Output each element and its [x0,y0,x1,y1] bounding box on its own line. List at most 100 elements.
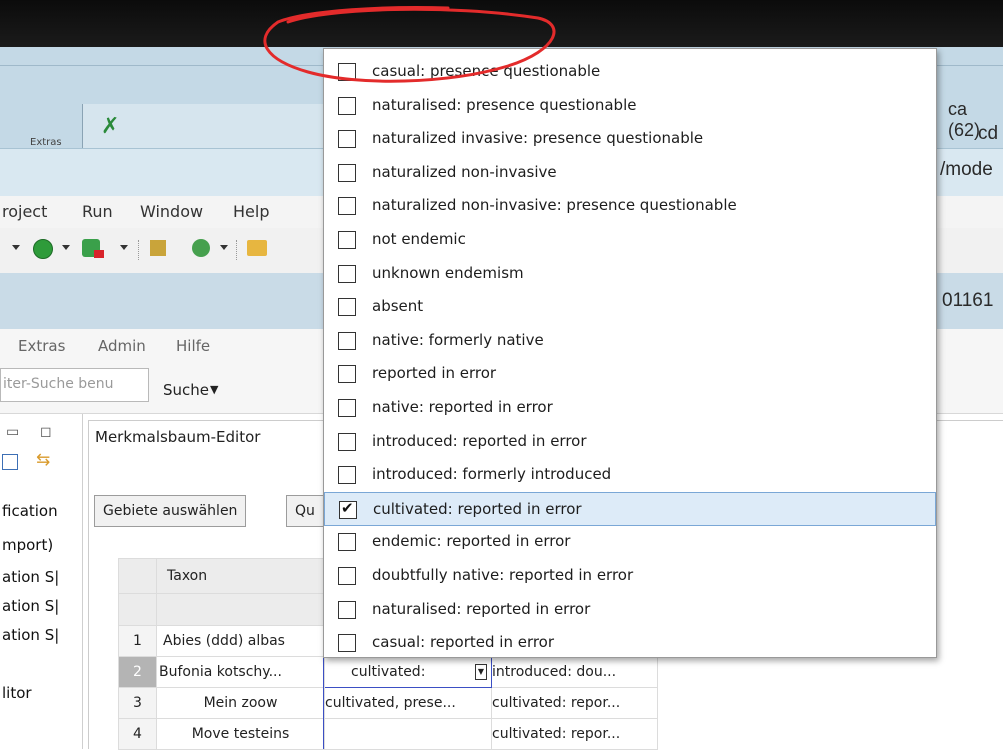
list-item[interactable]: ation S| [2,626,59,644]
dropdown-option[interactable]: ✔ cultivated: reported in error [324,491,936,526]
open-folder-icon[interactable] [247,240,267,256]
dropdown-option[interactable]: not endemic [324,223,936,257]
menu-hilfe[interactable]: Hilfe [176,337,210,355]
menu-window[interactable]: Window [140,202,203,221]
chevron-down-icon[interactable]: ▼ [210,383,218,396]
checkbox[interactable] [338,331,356,350]
checkbox[interactable] [338,365,356,384]
stop-badge-icon [94,250,104,258]
list-item[interactable]: ation S| [2,597,59,615]
toolbar-separator [138,240,140,260]
table-row[interactable]: 4 Move testeins cultivated: repor... [118,718,658,750]
menu-help[interactable]: Help [233,202,269,221]
tab-label-extras[interactable]: Extras [30,137,62,148]
dropdown-arrow-icon[interactable] [120,245,128,250]
dropdown-option[interactable]: reported in error [324,357,936,391]
dropdown-option[interactable]: introduced: reported in error [324,425,936,459]
run-icon[interactable] [33,239,53,259]
status-cell[interactable] [324,718,492,750]
menu-run[interactable]: Run [82,202,113,221]
maximize-icon[interactable]: ◻ [40,424,52,440]
combo-dropdown-icon[interactable]: ▼ [475,664,487,680]
checkbox[interactable] [338,466,356,485]
search-button[interactable]: Suche [163,381,209,399]
list-item[interactable]: litor [2,684,32,702]
taxon-cell[interactable]: Abies (ddd) albas [156,625,325,657]
dropdown-option[interactable]: naturalized non-invasive [324,156,936,190]
toolbar-separator [236,240,238,260]
checkbox[interactable] [338,399,356,417]
dropdown-option[interactable]: introduced: formerly introduced [324,458,936,492]
dropdown-option-label: native: formerly native [372,330,544,349]
dropdown-option[interactable]: absent [324,290,936,324]
column-header-taxon[interactable]: Taxon [156,558,325,594]
table-row[interactable]: 3 Mein zoow cultivated, prese... cultiva… [118,687,658,719]
dropdown-option[interactable]: native: formerly native [324,324,936,358]
dropdown-option[interactable]: native: reported in error [324,391,936,425]
table-row[interactable]: 2 Bufonia kotschy... cultivated: ▼ intro… [118,656,658,688]
menu-project[interactable]: roject [2,202,47,221]
dropdown-option-label: cultivated: reported in error [373,499,582,518]
menu-extras[interactable]: Extras [18,337,65,355]
dropdown-option-label: reported in error [372,364,497,383]
status-cell[interactable]: cultivated: repor... [491,687,658,719]
select-areas-button[interactable]: Gebiete auswählen [94,495,247,527]
checkbox[interactable] [338,197,356,216]
annotation-circle [263,6,556,83]
menu-admin[interactable]: Admin [98,337,146,355]
collapse-all-icon[interactable] [2,454,18,470]
row-number-header [118,558,157,594]
search-input[interactable]: iter-Suche benu [0,368,149,402]
status-cell[interactable]: cultivated, prese... [324,687,492,719]
taxon-cell[interactable]: Mein zoow [156,687,325,719]
dropdown-option[interactable]: unknown endemism [324,257,936,291]
checkbox[interactable] [338,600,356,619]
dropdown-arrow-icon[interactable] [12,245,20,250]
row-number: 1 [118,625,157,657]
dropdown-option[interactable]: naturalized non-invasive: presence quest… [324,189,936,223]
checkbox[interactable] [338,163,356,182]
checkbox[interactable] [338,634,356,653]
checkbox-checked[interactable]: ✔ [339,498,357,519]
search-placeholder: iter-Suche benu [3,376,114,392]
taxon-cell[interactable]: Move testeins [156,718,325,750]
status-cell[interactable]: cultivated: repor... [491,718,658,750]
list-item[interactable]: ation S| [2,568,59,586]
refresh-icon[interactable] [192,239,210,257]
dropdown-option-label: introduced: reported in error [372,431,587,450]
external-tools-icon[interactable] [150,240,166,256]
cut-text-mid: cd [978,123,999,144]
dropdown-option[interactable]: endemic: reported in error [324,525,936,559]
dropdown-option[interactable]: casual: reported in error [324,626,936,660]
checkbox[interactable] [338,298,356,317]
status-combo-cell[interactable]: cultivated: ▼ [324,656,492,688]
status-cell[interactable]: introduced: dou... [491,656,658,688]
checkbox[interactable] [338,533,356,552]
checkbox[interactable] [338,231,356,249]
checkbox[interactable] [338,567,356,585]
dropdown-option-label: endemic: reported in error [372,532,571,551]
tab-area[interactable]: ✗ [82,104,323,154]
checkmark-icon: ✔ [341,498,354,517]
list-item[interactable]: mport) [2,536,53,554]
checkbox[interactable] [338,96,356,115]
dropdown-arrow-icon[interactable] [62,245,70,250]
link-editor-icon[interactable]: ⇆ [36,450,50,470]
red-ellipse-stroke [263,6,556,83]
dropdown-option-label: naturalized non-invasive: presence quest… [372,196,737,215]
dropdown-option[interactable]: naturalized invasive: presence questiona… [324,122,936,156]
checkbox[interactable] [338,130,356,149]
taxon-cell[interactable]: Bufonia kotschy... [156,656,325,688]
column-subheader [156,593,325,626]
distribution-status-dropdown[interactable]: casual: presence questionable naturalised… [323,48,937,658]
checkbox[interactable] [338,264,356,283]
cut-text-number: 01161 [942,290,994,311]
checkbox[interactable] [338,432,356,451]
dropdown-option[interactable]: doubtfully native: reported in error [324,559,936,593]
tab-merkmalsbaum-editor[interactable]: Merkmalsbaum-Editor [95,428,260,446]
dropdown-option[interactable]: naturalised: reported in error [324,593,936,627]
minimize-icon[interactable]: ▭ [6,424,19,440]
dropdown-arrow-icon[interactable] [220,245,228,250]
list-item[interactable]: fication [2,502,58,520]
dropdown-option-label: native: reported in error [372,398,553,416]
